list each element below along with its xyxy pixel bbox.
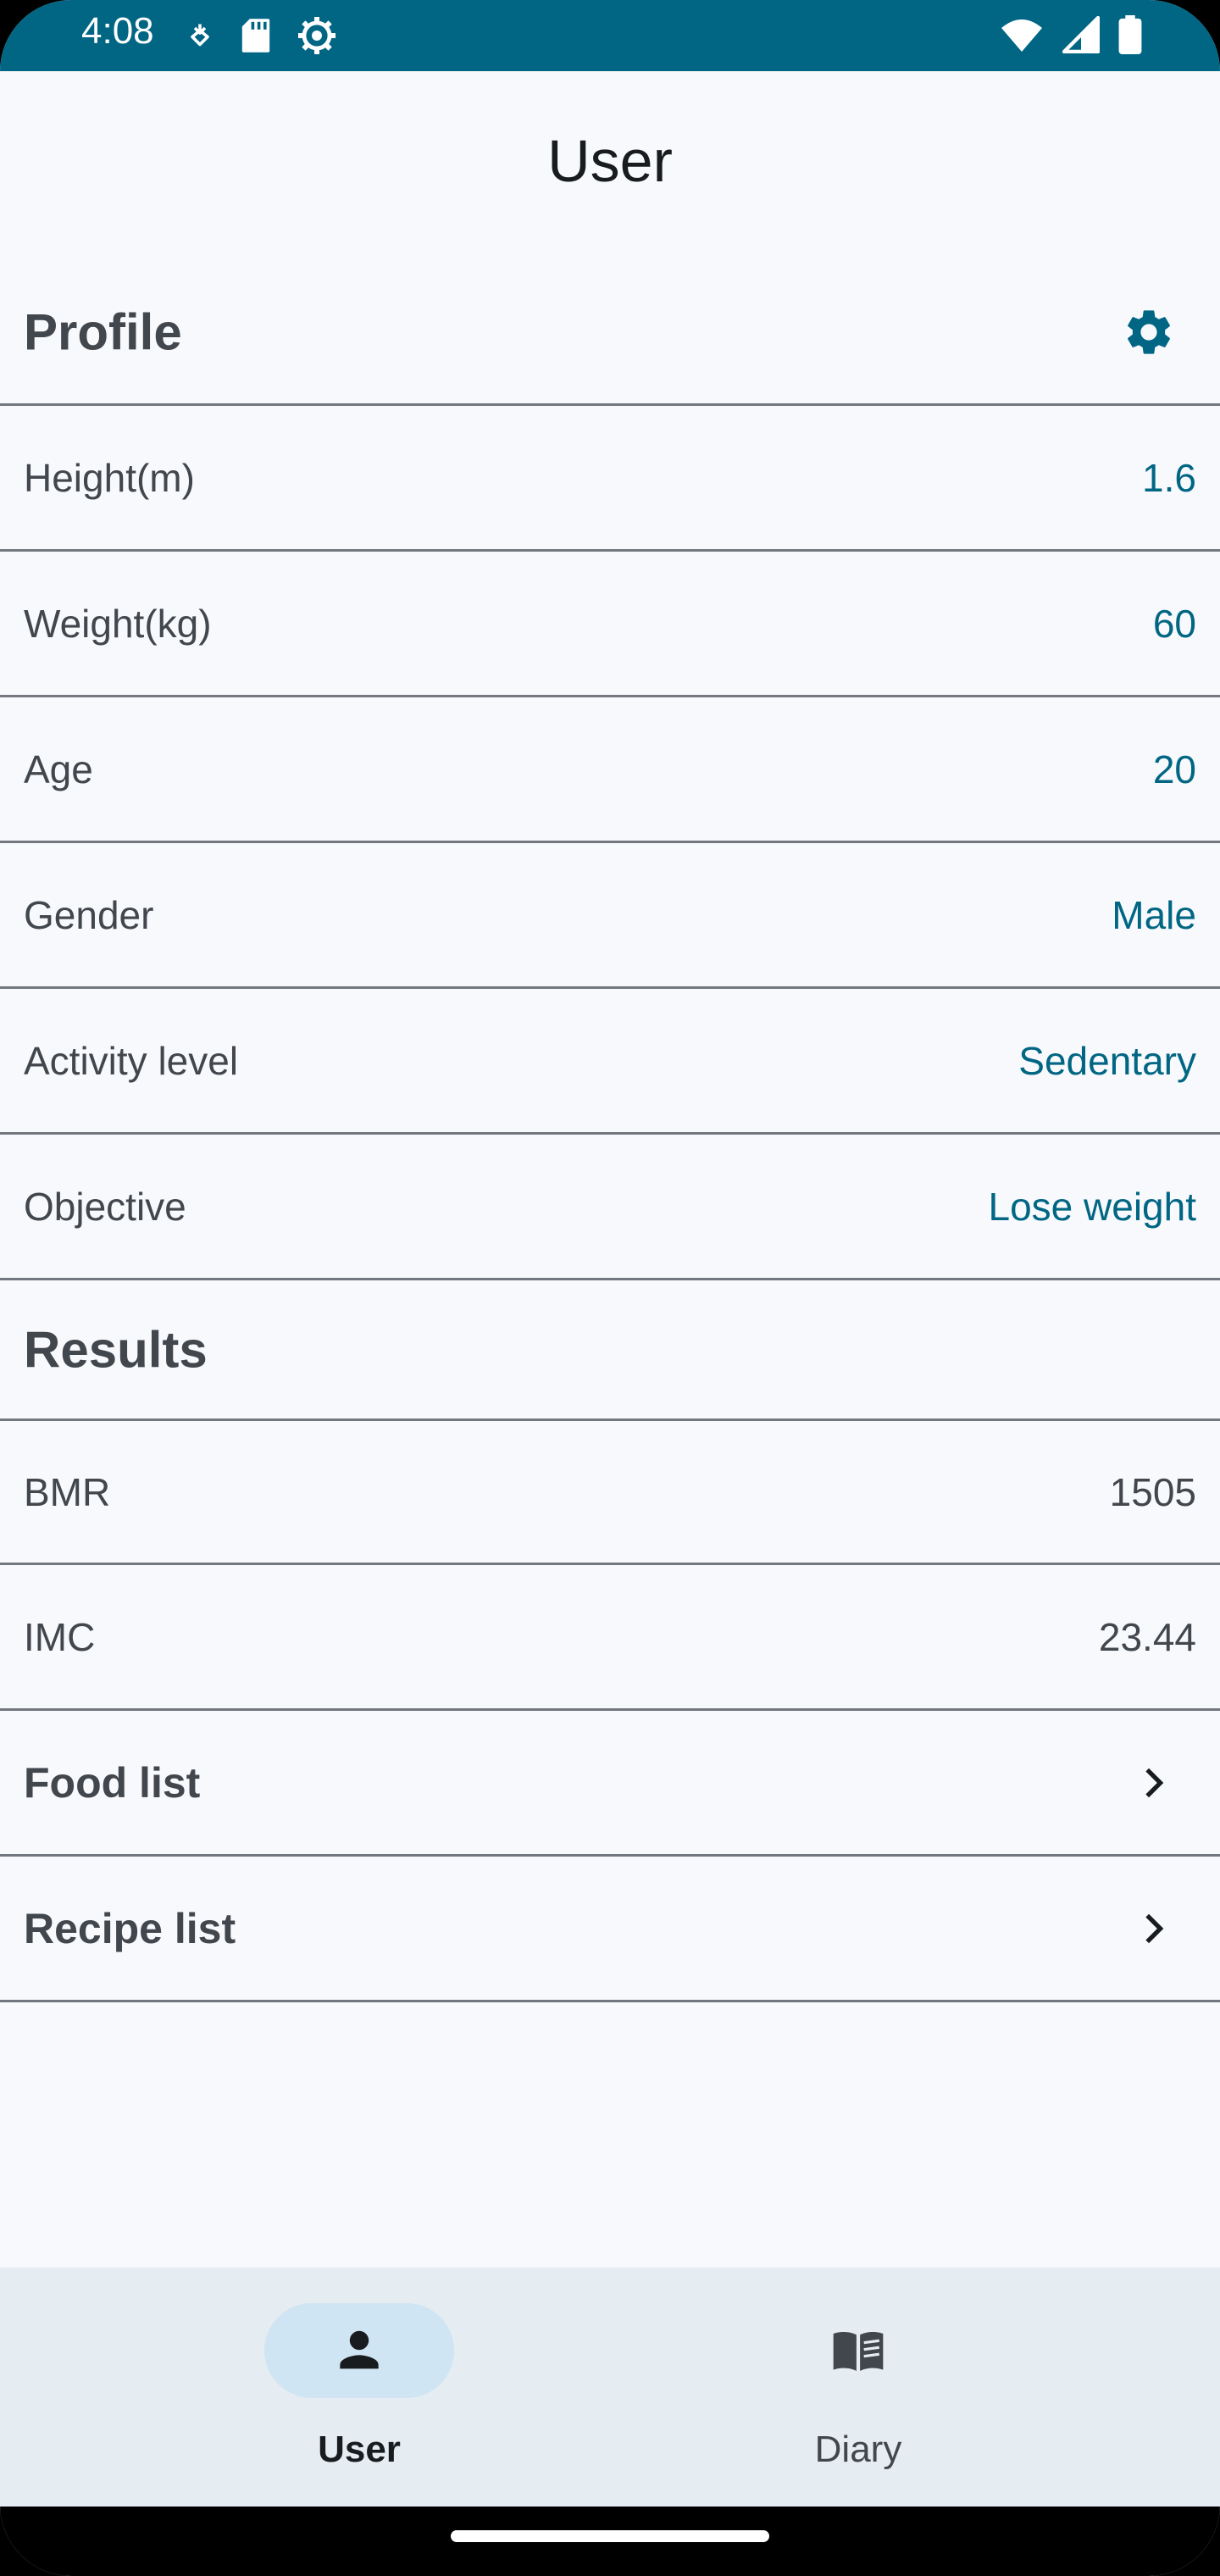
battery-icon	[1118, 15, 1142, 54]
wifi-icon	[1001, 19, 1042, 52]
book-icon	[833, 2331, 884, 2371]
height-value[interactable]: 1.6	[1142, 455, 1196, 501]
results-section-header: Results	[0, 1280, 1220, 1421]
profile-row-height[interactable]: Height(m) 1.6	[0, 406, 1220, 552]
settings-gear-icon	[298, 17, 336, 54]
age-value[interactable]: 20	[1153, 747, 1196, 792]
food-list-label: Food list	[24, 1758, 201, 1807]
imc-label: IMC	[24, 1614, 96, 1659]
sd-card-icon	[241, 19, 270, 53]
profile-section-header: Profile	[0, 260, 1220, 406]
gender-value[interactable]: Male	[1112, 892, 1196, 938]
signal-icon	[1062, 16, 1100, 53]
height-label: Height(m)	[24, 455, 195, 500]
bottom-navigation: User Diary	[0, 2268, 1220, 2507]
gender-label: Gender	[24, 892, 154, 937]
activity-level-value[interactable]: Sedentary	[1018, 1038, 1196, 1084]
app-screen: 4:08 User Profile Height(m) 1.6 Weight(k…	[0, 0, 1220, 2576]
results-row-imc: IMC 23.44	[0, 1565, 1220, 1711]
profile-row-objective[interactable]: Objective Lose weight	[0, 1135, 1220, 1280]
imc-value: 23.44	[1098, 1614, 1196, 1659]
food-list-link[interactable]: Food list	[0, 1711, 1220, 1857]
age-label: Age	[24, 747, 93, 791]
profile-row-activity-level[interactable]: Activity level Sedentary	[0, 989, 1220, 1135]
chevron-right-icon	[1145, 1913, 1164, 1943]
objective-label: Objective	[24, 1184, 186, 1229]
weight-value[interactable]: 60	[1153, 601, 1196, 647]
nav-label-diary: Diary	[814, 2429, 902, 2470]
profile-row-gender[interactable]: Gender Male	[0, 843, 1220, 989]
recipe-list-label: Recipe list	[24, 1904, 236, 1952]
data-saver-icon	[191, 24, 209, 47]
home-gesture-handle[interactable]	[451, 2530, 769, 2542]
status-time: 4:08	[81, 10, 154, 52]
status-bar: 4:08	[0, 0, 1220, 71]
chevron-right-icon	[1145, 1768, 1164, 1797]
profile-row-weight[interactable]: Weight(kg) 60	[0, 552, 1220, 697]
profile-row-age[interactable]: Age 20	[0, 697, 1220, 843]
results-row-bmr: BMR 1505	[0, 1421, 1220, 1565]
nav-item-diary[interactable]: Diary	[553, 2268, 1163, 2507]
weight-label: Weight(kg)	[24, 601, 212, 646]
status-icons-left	[185, 15, 337, 56]
person-icon	[340, 2330, 379, 2369]
gear-icon[interactable]	[1122, 305, 1176, 359]
profile-heading: Profile	[24, 303, 182, 360]
activity-level-label: Activity level	[24, 1038, 239, 1083]
results-heading: Results	[24, 1321, 208, 1378]
page-title: User	[547, 128, 673, 194]
bmr-value: 1505	[1109, 1469, 1196, 1514]
bmr-label: BMR	[24, 1469, 111, 1514]
objective-value[interactable]: Lose weight	[989, 1184, 1197, 1230]
status-icons-right	[1000, 15, 1142, 54]
recipe-list-link[interactable]: Recipe list	[0, 1857, 1220, 2002]
